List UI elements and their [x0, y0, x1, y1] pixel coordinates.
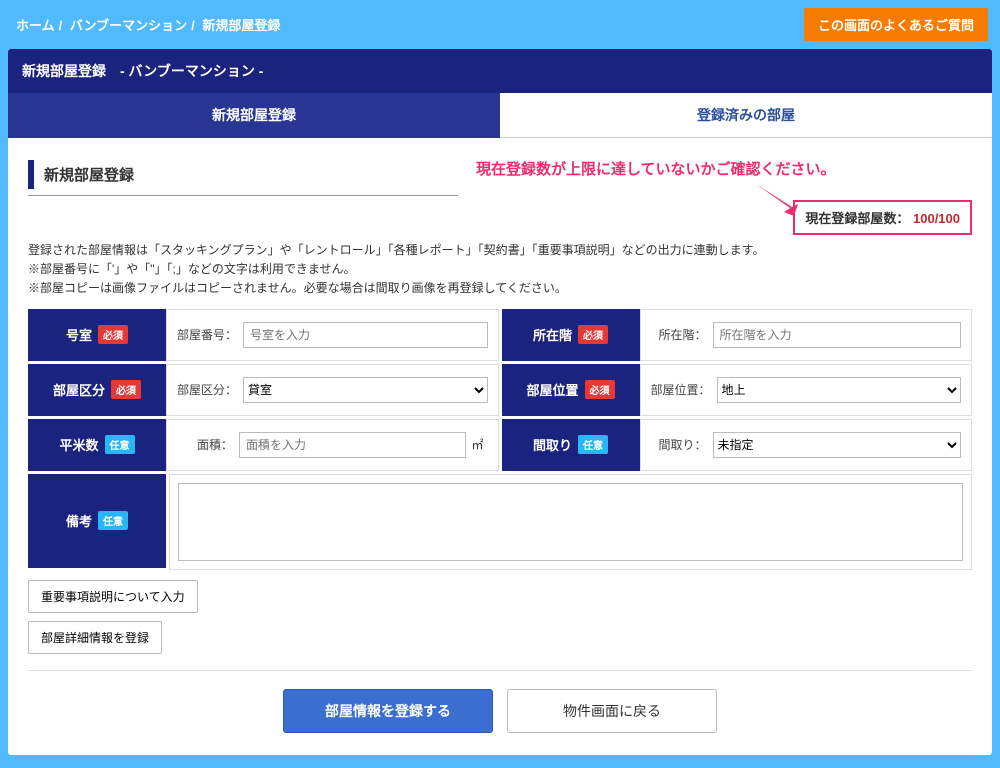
field-label-floor: 所在階 必須: [502, 309, 640, 361]
layout-select[interactable]: 未指定: [713, 432, 962, 458]
annotation-text: 現在登録数が上限に達していないかご確認ください。: [476, 154, 972, 179]
field-label-room-type: 部屋区分 必須: [28, 364, 166, 416]
floor-input[interactable]: [713, 322, 962, 348]
optional-badge: 任意: [98, 511, 128, 530]
required-badge: 必須: [585, 380, 615, 399]
note-line: 登録された部屋情報は「スタッキングプラン」や「レントロール」「各種レポート」「契…: [28, 241, 972, 260]
breadcrumb-building[interactable]: バンブーマンション: [66, 18, 191, 33]
tab-registered-rooms[interactable]: 登録済みの部屋: [500, 93, 992, 138]
tab-new-room[interactable]: 新規部屋登録: [8, 93, 500, 138]
heading-bar-icon: [28, 160, 34, 189]
field-key: 部屋区分：: [177, 381, 237, 398]
tabs: 新規部屋登録 登録済みの部屋: [8, 93, 992, 138]
field-key: 部屋位置：: [651, 381, 711, 398]
breadcrumb-current: 新規部屋登録: [198, 18, 284, 33]
field-label-remarks: 備考 任意: [28, 474, 166, 568]
field-key: 面積：: [177, 436, 233, 453]
faq-button[interactable]: この画面のよくあるご質問: [804, 8, 988, 41]
room-type-select[interactable]: 貸室: [243, 377, 487, 403]
room-no-input[interactable]: [243, 322, 487, 348]
field-key: 部屋番号：: [177, 326, 237, 343]
field-label-layout: 間取り 任意: [502, 419, 640, 471]
panel-title: 新規部屋登録 - バンブーマンション -: [8, 49, 992, 93]
form-table: 号室 必須 部屋番号： 所在階 必須 所在階：: [28, 309, 972, 570]
section-heading: 新規部屋登録: [28, 154, 458, 196]
breadcrumb: ホーム/ バンブーマンション/ 新規部屋登録: [12, 15, 284, 34]
main-panel: 新規部屋登録 - バンブーマンション - 新規部屋登録 登録済みの部屋 新規部屋…: [8, 49, 992, 755]
required-badge: 必須: [578, 325, 608, 344]
required-badge: 必須: [111, 380, 141, 399]
section-title: 新規部屋登録: [44, 160, 134, 189]
arrow-icon: [754, 182, 804, 218]
important-matters-button[interactable]: 重要事項説明について入力: [28, 580, 198, 613]
room-count-box: 現在登録部屋数： 100/100: [793, 200, 972, 235]
area-unit: ㎡: [472, 436, 488, 453]
optional-badge: 任意: [578, 435, 608, 454]
field-label-area: 平米数 任意: [28, 419, 166, 471]
area-input[interactable]: [239, 432, 466, 458]
room-detail-button[interactable]: 部屋詳細情報を登録: [28, 621, 162, 654]
note-line: ※部屋番号に「'」や「"」「;」などの文字は利用できません。: [28, 260, 972, 279]
field-label-room-no: 号室 必須: [28, 309, 166, 361]
breadcrumb-home[interactable]: ホーム: [12, 18, 59, 33]
back-button[interactable]: 物件画面に戻る: [507, 689, 717, 733]
field-label-position: 部屋位置 必須: [502, 364, 640, 416]
required-badge: 必須: [98, 325, 128, 344]
room-count-label: 現在登録部屋数：: [805, 211, 909, 226]
remarks-textarea[interactable]: [178, 483, 963, 561]
position-select[interactable]: 地上: [717, 377, 961, 403]
field-key: 所在階：: [651, 326, 707, 343]
submit-button[interactable]: 部屋情報を登録する: [283, 689, 493, 733]
field-key: 間取り：: [651, 436, 707, 453]
note-line: ※部屋コピーは画像ファイルはコピーされません。必要な場合は間取り画像を再登録して…: [28, 279, 972, 298]
optional-badge: 任意: [105, 435, 135, 454]
room-count-value: 100/100: [913, 211, 960, 226]
info-notes: 登録された部屋情報は「スタッキングプラン」や「レントロール」「各種レポート」「契…: [28, 241, 972, 299]
